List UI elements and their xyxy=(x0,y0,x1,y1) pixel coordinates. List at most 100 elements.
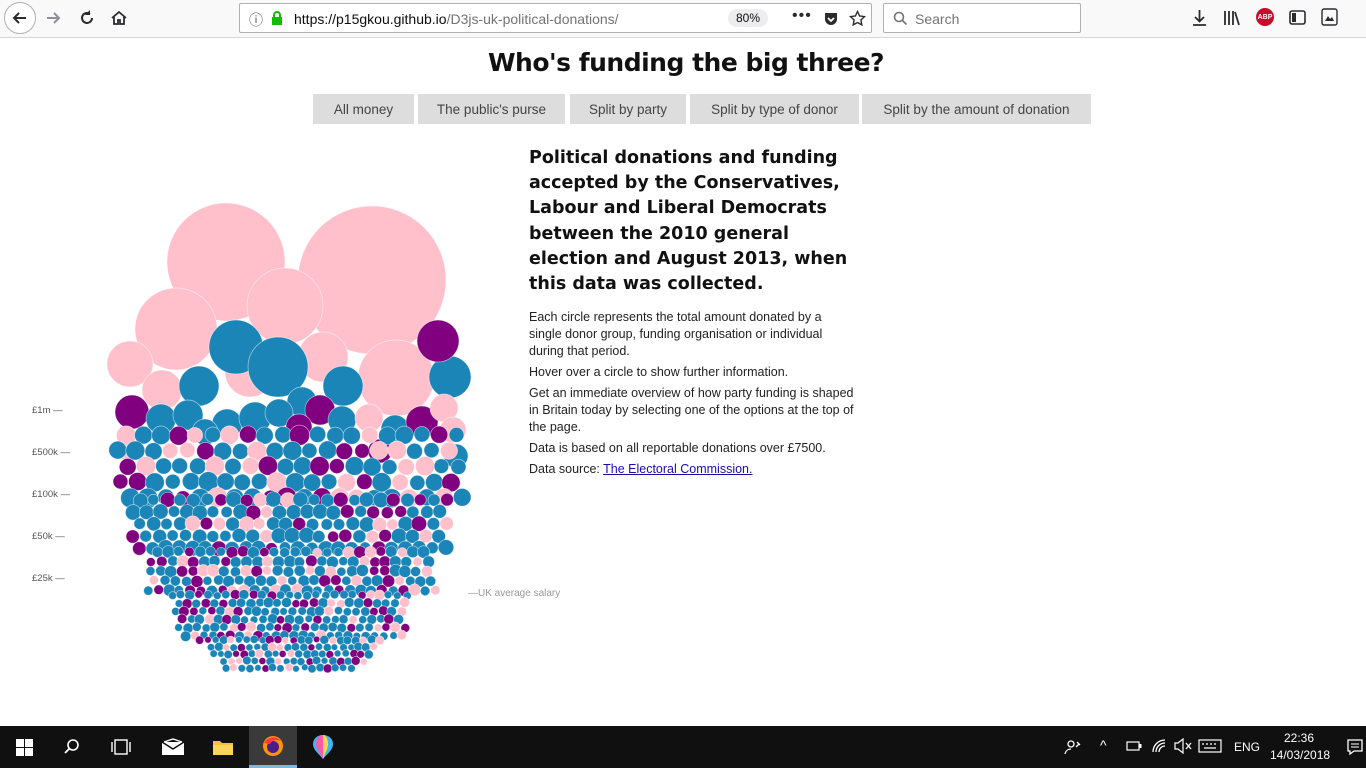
donation-bubble[interactable] xyxy=(261,565,272,576)
donation-bubble[interactable] xyxy=(316,555,328,567)
donation-bubble[interactable] xyxy=(347,664,356,673)
donation-bubble[interactable] xyxy=(338,614,349,625)
donation-bubble[interactable] xyxy=(335,442,353,460)
donation-bubble[interactable] xyxy=(180,630,192,642)
home-button[interactable] xyxy=(104,4,134,32)
donation-bubble[interactable] xyxy=(268,546,280,557)
donation-bubble[interactable] xyxy=(261,555,274,568)
donation-bubble[interactable] xyxy=(260,607,270,617)
donation-bubble[interactable] xyxy=(369,642,378,651)
donation-bubble[interactable] xyxy=(220,505,233,518)
donation-bubble[interactable] xyxy=(199,516,213,530)
keyboard-icon[interactable] xyxy=(1198,739,1222,753)
donation-bubble[interactable] xyxy=(254,664,262,672)
donation-bubble[interactable] xyxy=(146,516,162,532)
donation-bubble[interactable] xyxy=(373,623,383,632)
donation-bubble[interactable] xyxy=(214,493,228,507)
donation-bubble[interactable] xyxy=(204,636,212,644)
donation-bubble[interactable] xyxy=(276,615,285,625)
chevron-up-icon[interactable]: ^ xyxy=(1100,737,1107,753)
donation-bubble[interactable] xyxy=(231,528,247,543)
donation-bubble[interactable] xyxy=(168,591,177,600)
donation-bubble[interactable] xyxy=(309,597,320,608)
donation-bubble[interactable] xyxy=(272,598,282,608)
donation-bubble[interactable] xyxy=(278,650,287,658)
donation-bubble[interactable] xyxy=(202,575,213,586)
electoral-commission-link[interactable]: The Electoral Commission. xyxy=(603,462,752,476)
donation-bubble[interactable] xyxy=(341,575,352,586)
donation-bubble[interactable] xyxy=(439,516,454,531)
donation-bubble[interactable] xyxy=(149,575,159,586)
donation-bubble[interactable] xyxy=(189,457,207,475)
donation-bubble[interactable] xyxy=(348,494,361,507)
donation-bubble[interactable] xyxy=(268,663,277,672)
nav-split-amount-button[interactable]: Split by the amount of donation xyxy=(862,94,1091,124)
donation-bubble[interactable] xyxy=(165,473,181,490)
donation-bubble[interactable] xyxy=(251,473,268,490)
donation-bubble[interactable] xyxy=(327,530,339,543)
donation-bubble[interactable] xyxy=(184,546,195,557)
donation-bubble[interactable] xyxy=(265,491,282,508)
firefox-taskbar-button[interactable] xyxy=(249,726,297,768)
donation-bubble[interactable] xyxy=(426,517,441,531)
donation-bubble[interactable] xyxy=(420,505,434,519)
donation-bubble[interactable] xyxy=(400,492,415,508)
taskbar-search-button[interactable] xyxy=(48,726,96,768)
zoom-indicator[interactable]: 80% xyxy=(728,9,768,27)
info-icon[interactable]: ⓘ xyxy=(249,10,263,30)
donation-bubble[interactable] xyxy=(201,492,214,506)
donation-bubble[interactable] xyxy=(308,574,320,586)
start-button[interactable] xyxy=(0,726,48,768)
screenshot-icon[interactable] xyxy=(1321,8,1338,26)
donation-bubble[interactable] xyxy=(153,584,164,595)
donation-bubble[interactable] xyxy=(221,590,231,600)
donation-bubble[interactable] xyxy=(422,555,435,568)
donation-bubble[interactable] xyxy=(440,492,454,507)
large-donation-bubble[interactable] xyxy=(428,355,472,399)
donation-bubble[interactable] xyxy=(415,456,435,476)
donation-bubble[interactable] xyxy=(262,596,275,609)
donation-bubble[interactable] xyxy=(187,565,199,577)
donation-bubble[interactable] xyxy=(362,597,374,608)
donation-bubble[interactable] xyxy=(132,541,147,556)
donation-bubble[interactable] xyxy=(394,575,405,586)
donation-bubble[interactable] xyxy=(330,574,342,586)
search-bar[interactable]: Search xyxy=(883,3,1081,33)
pocket-icon[interactable] xyxy=(823,11,839,27)
donation-bubble[interactable] xyxy=(237,664,247,673)
donation-bubble[interactable] xyxy=(378,528,392,543)
donation-bubble[interactable] xyxy=(309,456,330,477)
donation-bubble[interactable] xyxy=(341,649,350,658)
donation-bubble[interactable] xyxy=(379,565,391,577)
donation-bubble[interactable] xyxy=(320,473,338,490)
donation-bubble[interactable] xyxy=(250,656,259,665)
donation-bubble[interactable] xyxy=(410,566,421,577)
donation-bubble[interactable] xyxy=(336,566,347,577)
donation-bubble[interactable] xyxy=(233,574,245,586)
donation-bubble[interactable] xyxy=(213,591,222,600)
donation-bubble[interactable] xyxy=(143,585,154,596)
donation-bubble[interactable] xyxy=(300,545,312,557)
clock-date[interactable]: 14/03/2018 xyxy=(1270,748,1330,762)
donation-bubble[interactable] xyxy=(159,574,171,586)
donation-bubble[interactable] xyxy=(276,590,286,600)
donation-bubble[interactable] xyxy=(227,598,238,608)
donation-bubble[interactable] xyxy=(430,425,449,444)
donation-bubble[interactable] xyxy=(235,657,243,665)
donation-bubble[interactable] xyxy=(328,636,338,645)
donation-bubble[interactable] xyxy=(209,649,218,658)
donation-bubble[interactable] xyxy=(369,565,380,576)
donation-bubble[interactable] xyxy=(230,614,242,625)
donation-bubble[interactable] xyxy=(176,565,189,578)
donation-bubble[interactable] xyxy=(253,517,266,530)
donation-bubble[interactable] xyxy=(304,614,313,623)
donation-bubble[interactable] xyxy=(318,649,327,659)
donation-bubble[interactable] xyxy=(433,458,450,474)
donation-bubble[interactable] xyxy=(191,598,201,609)
donation-bubble[interactable] xyxy=(236,597,247,608)
donation-bubble[interactable] xyxy=(312,503,328,520)
donation-bubble[interactable] xyxy=(249,634,259,644)
donation-bubble[interactable] xyxy=(409,474,426,491)
donation-bubble[interactable] xyxy=(213,574,225,586)
language-indicator[interactable]: ENG xyxy=(1234,740,1260,754)
